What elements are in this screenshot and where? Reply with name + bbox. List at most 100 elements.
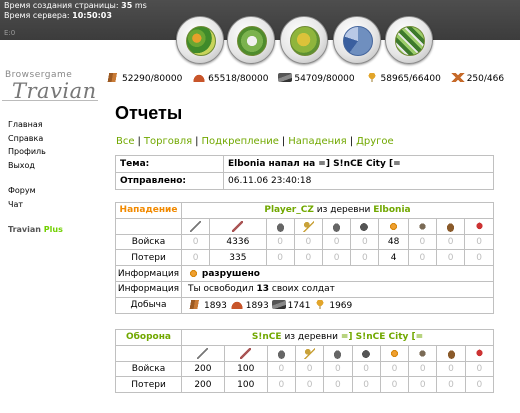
subject-value: Elbonia напал на =] S!nCE City [= — [223, 155, 494, 173]
plus-suffix: Plus — [43, 225, 63, 234]
defender-line: S!nCE из деревни =] S!nCE City [= — [181, 329, 494, 346]
subject-label: Тема: — [115, 155, 224, 173]
unit-icon-cell — [294, 344, 325, 362]
loss-count: 0 — [350, 249, 380, 267]
defender-player[interactable]: S!nCE — [252, 332, 282, 342]
troops-label: Войска — [115, 360, 182, 378]
tab-trade[interactable]: Торговля — [144, 136, 192, 147]
loss-count: 100 — [223, 376, 268, 394]
tab-reinforcement[interactable]: Подкрепление — [202, 136, 279, 147]
gear-icon — [188, 268, 199, 280]
info-label: Информация — [115, 265, 182, 282]
menu-profile[interactable]: Профиль — [8, 145, 98, 159]
loss-count: 200 — [181, 376, 225, 394]
loss-count: 4 — [378, 249, 409, 267]
tab-separator: | — [281, 136, 286, 147]
tab-attacks[interactable]: Нападения — [288, 136, 346, 147]
tab-all[interactable]: Все — [116, 136, 135, 147]
unit-icon-cell — [464, 344, 495, 362]
sword-icon — [232, 220, 244, 232]
losses-label: Потери — [115, 249, 182, 267]
village-overview-icon[interactable] — [176, 16, 224, 64]
defender-village[interactable]: =] S!nCE City [= — [341, 332, 423, 342]
loss-count: 0 — [321, 249, 352, 267]
catapult-icon — [416, 220, 428, 232]
menu-forum[interactable]: Форум — [8, 184, 98, 198]
crop-icon — [313, 299, 328, 309]
unit-icon-cell — [265, 217, 295, 235]
attacker-troops-row: Войска 0 4336 0 0 0 0 48 0 0 0 — [115, 233, 494, 251]
troop-count: 0 — [293, 233, 324, 251]
loot-clay: 1893 — [245, 300, 269, 311]
attacker-header-row: Нападение Player_CZ из деревни Elbonia — [115, 202, 494, 219]
loss-count: 0 — [435, 249, 466, 267]
troop-count: 0 — [436, 360, 466, 378]
unit-icon-cell — [464, 217, 494, 235]
travian-logo[interactable]: Browsergame Travian — [2, 70, 98, 104]
food-value: 250/466 — [466, 74, 505, 84]
info-freed: Ты освободил 13 своих солдат — [181, 280, 494, 298]
unit-icon-cell — [351, 344, 381, 362]
page-gen-time: Время создания страницы: 35 ms — [4, 1, 147, 11]
unit-icon-cell — [408, 344, 438, 362]
resource-bar: 52290/80000 65518/80000 54709/80000 5896… — [106, 73, 511, 87]
gear-icon — [388, 347, 400, 359]
loss-count: 0 — [436, 376, 466, 394]
clay-icon — [192, 73, 207, 82]
troop-count: 48 — [378, 233, 409, 251]
loot-label: Добыча — [115, 296, 182, 314]
horse-icon — [360, 347, 372, 359]
sent-label: Отправлено: — [115, 172, 224, 190]
attacker-village[interactable]: Elbonia — [373, 205, 410, 215]
gen-time-value: 35 — [121, 1, 133, 10]
icons-spacer — [115, 217, 182, 235]
tab-other[interactable]: Другое — [356, 136, 394, 147]
info-freed-number: 13 — [256, 284, 270, 295]
attacker-icons-row — [115, 217, 494, 235]
defender-icons-row — [115, 344, 495, 362]
iron-icon — [271, 299, 286, 309]
menu-help[interactable]: Справка — [8, 132, 98, 146]
troop-count: 0 — [351, 360, 381, 378]
helmet-icon — [332, 347, 344, 359]
resource-clay: 65518/80000 — [192, 73, 268, 84]
wood-icon — [106, 73, 120, 82]
loot-iron: 1741 — [287, 300, 311, 311]
loss-count: 0 — [293, 249, 324, 267]
unit-icon-cell — [407, 217, 437, 235]
tab-separator: | — [349, 136, 354, 147]
menu-chat[interactable]: Чат — [8, 198, 98, 212]
unit-icon-cell — [180, 217, 211, 235]
wood-value: 52290/80000 — [122, 74, 183, 84]
helmet-icon — [331, 220, 343, 232]
menu-home[interactable]: Главная — [8, 118, 98, 132]
loss-count: 0 — [408, 376, 438, 394]
unit-icon-cell — [378, 217, 409, 235]
spear-icon — [190, 220, 202, 232]
wood-icon — [188, 299, 202, 309]
unit-icon-cell — [379, 344, 410, 362]
troop-count: 0 — [435, 233, 466, 251]
loss-count: 0 — [294, 376, 325, 394]
clay-icon — [229, 299, 244, 309]
error-counter: E:0 — [4, 29, 16, 37]
troop-count: 0 — [266, 360, 296, 378]
statistics-icon[interactable] — [333, 16, 381, 64]
attacker-player[interactable]: Player_CZ — [264, 205, 314, 215]
troop-count: 0 — [408, 360, 438, 378]
catapult-icon — [417, 347, 429, 359]
iron-value: 54709/80000 — [294, 74, 355, 84]
logo-underline — [2, 100, 98, 101]
troop-count: 0 — [350, 233, 380, 251]
troop-count: 0 — [180, 233, 211, 251]
unit-icon-cell — [323, 344, 353, 362]
menu-travian-plus[interactable]: Travian Plus — [8, 223, 98, 237]
ram-icon — [445, 220, 457, 232]
map-icon[interactable] — [280, 16, 328, 64]
village-center-icon[interactable] — [227, 16, 275, 64]
defender-header-row: Оборона S!nCE из деревни =] S!nCE City [… — [115, 329, 494, 346]
menu-logout[interactable]: Выход — [8, 159, 98, 173]
reports-icon[interactable] — [385, 16, 433, 64]
attacker-from: из деревни — [316, 205, 371, 216]
loss-count: 0 — [323, 376, 353, 394]
